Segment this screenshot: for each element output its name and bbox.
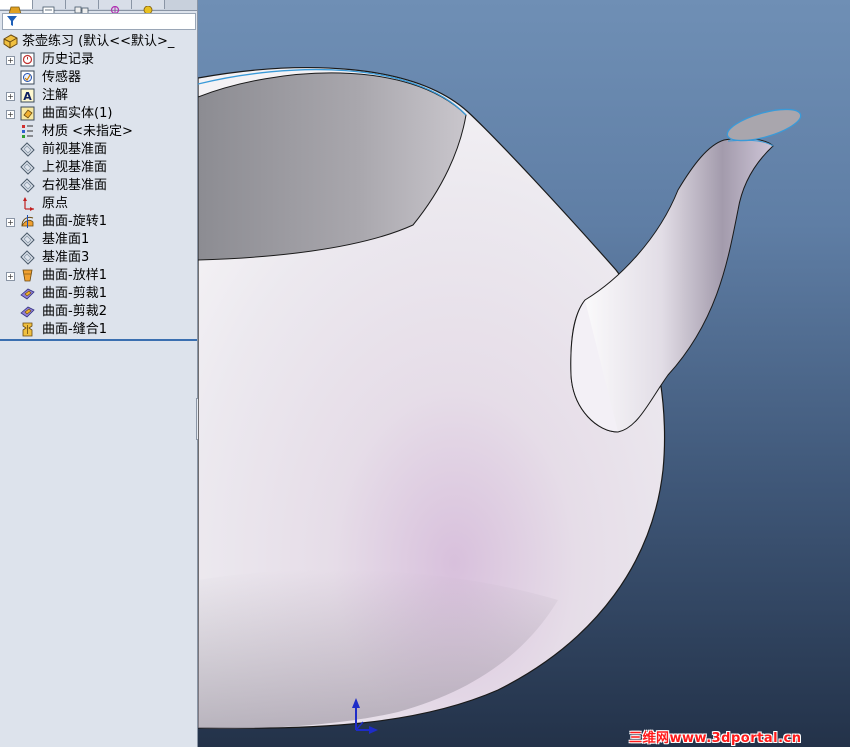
plane-icon — [20, 178, 35, 193]
tree-item[interactable]: 原点 — [0, 195, 197, 213]
tree-item[interactable]: 上视基准面 — [0, 159, 197, 177]
teapot-model[interactable] — [198, 0, 850, 747]
panel-tab-bar — [0, 0, 197, 15]
sensor-icon — [20, 70, 35, 85]
history-icon — [20, 52, 35, 67]
surface-bodies-icon — [20, 106, 35, 121]
tree-item[interactable]: + 历史记录 — [0, 51, 197, 69]
tree-item-label: 曲面-旋转1 — [42, 214, 107, 229]
tree-item-label: 前视基准面 — [42, 142, 108, 157]
expand-toggle-icon[interactable]: + — [6, 218, 15, 227]
tree-item[interactable]: 右视基准面 — [0, 177, 197, 195]
rollback-bar[interactable] — [0, 339, 197, 341]
part-icon — [3, 34, 18, 49]
tree-root-part[interactable]: 茶壶练习 (默认<<默认>_ — [0, 33, 197, 51]
tree-item[interactable]: 曲面-剪裁1 — [0, 285, 197, 303]
plane-icon — [20, 160, 35, 175]
tree-item-label: 注解 — [42, 88, 69, 103]
tree-item-label: 曲面-剪裁1 — [42, 286, 107, 301]
plane-icon — [20, 250, 35, 265]
expand-toggle-icon[interactable]: + — [6, 272, 15, 281]
tree-item[interactable]: + A 注解 — [0, 87, 197, 105]
tree-item-label: 上视基准面 — [42, 160, 108, 175]
tree-item-label: 历史记录 — [42, 52, 95, 67]
surface-revolve-icon — [21, 215, 34, 228]
tree-item-label: 曲面-放样1 — [42, 268, 107, 283]
tree-filter-input[interactable] — [2, 13, 196, 30]
tree-item[interactable]: + 曲面-放样1 — [0, 267, 197, 285]
annotation-icon: A — [20, 88, 35, 103]
tree-item[interactable]: 基准面1 — [0, 231, 197, 249]
tree-item-label: 曲面-剪裁2 — [42, 304, 107, 319]
tree-item[interactable]: 材质 <未指定> — [0, 123, 197, 141]
tree-item-label: 传感器 — [42, 70, 82, 85]
tab-configuration-manager[interactable] — [66, 0, 99, 15]
tree-item-label: 基准面3 — [42, 250, 90, 265]
tab-property-manager[interactable] — [33, 0, 66, 15]
tree-root-label: 茶壶练习 (默认<<默认>_ — [22, 34, 175, 49]
tree-item[interactable]: 传感器 — [0, 69, 197, 87]
filter-icon — [7, 16, 17, 26]
svg-text:A: A — [23, 90, 32, 103]
surface-loft-icon — [22, 269, 33, 282]
tree-item[interactable]: + 曲面实体(1) — [0, 105, 197, 123]
expand-toggle-icon[interactable]: + — [6, 92, 15, 101]
surface-trim-icon — [20, 288, 35, 300]
tree-item[interactable]: 前视基准面 — [0, 141, 197, 159]
expand-toggle-icon[interactable]: + — [6, 56, 15, 65]
tree-item-label: 基准面1 — [42, 232, 90, 247]
tree-item-label: 曲面-缝合1 — [42, 322, 107, 337]
surface-trim-icon — [20, 306, 35, 318]
tree-item[interactable]: + 曲面-旋转1 — [0, 213, 197, 231]
plane-icon — [20, 142, 35, 157]
tree-item-label: 原点 — [42, 196, 69, 211]
tree-item[interactable]: 曲面-缝合1 — [0, 321, 197, 339]
material-icon — [22, 125, 33, 138]
tab-dimxpert-manager[interactable] — [99, 0, 132, 15]
feature-manager-panel: 茶壶练习 (默认<<默认>_ + 历史记录传感器 + A 注解 + 曲面实体(1) 材质 <未… — [0, 0, 205, 747]
plane-icon — [20, 232, 35, 247]
tree-item[interactable]: 基准面3 — [0, 249, 197, 267]
tree-item-label: 材质 <未指定> — [42, 124, 133, 139]
tree-item-label: 右视基准面 — [42, 178, 108, 193]
tree-item-label: 曲面实体(1) — [42, 106, 113, 121]
watermark-text: 三维网www.3dportal.cn — [629, 731, 802, 746]
expand-toggle-icon[interactable]: + — [6, 110, 15, 119]
graphics-viewport[interactable] — [198, 0, 850, 747]
tab-display-manager[interactable] — [132, 0, 165, 15]
surface-knit-icon — [22, 322, 33, 337]
tree-item[interactable]: 曲面-剪裁2 — [0, 303, 197, 321]
origin-icon — [23, 197, 34, 211]
tab-feature-manager[interactable] — [0, 0, 33, 15]
